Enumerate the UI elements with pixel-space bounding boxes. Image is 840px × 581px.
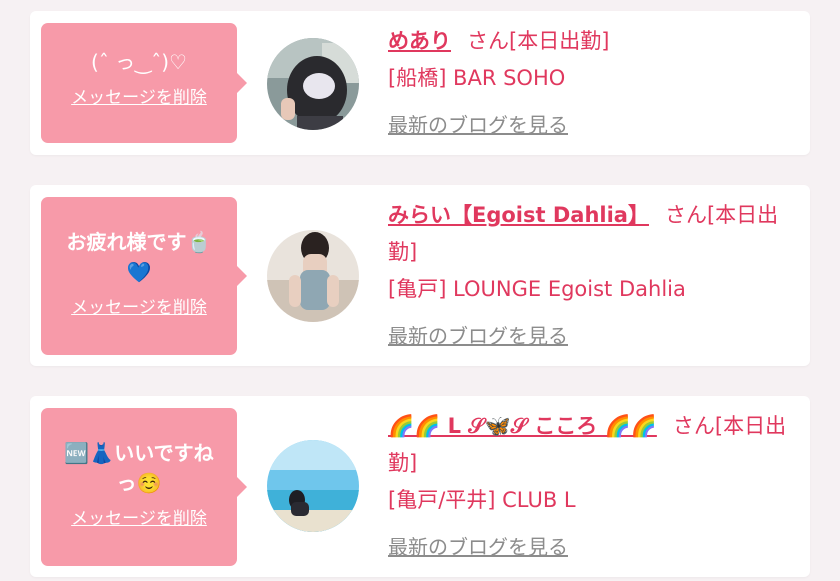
latest-blog-link[interactable]: 最新のブログを見る [388, 318, 568, 355]
message-text: お疲れ様です🍵💙 [66, 230, 212, 284]
message-bubble: (ˆ っ‿ˆ)♡ メッセージを削除 [41, 23, 247, 143]
shop-name: [亀戸] LOUNGE Egoist Dahlia [388, 277, 686, 301]
cast-name-link[interactable]: みらい【Egoist Dahlia】 [388, 203, 649, 227]
delete-message-link[interactable]: メッセージを削除 [71, 504, 207, 529]
card-3: 🆕👗いいですねっ☺️ メッセージを削除 🌈🌈 L 𝒮🦋𝒮 こころ 🌈🌈 さん[本日… [30, 396, 810, 577]
shop-name: [亀戸/平井] CLUB L [388, 488, 576, 512]
message-bubble: お疲れ様です🍵💙 メッセージを削除 [41, 197, 247, 355]
delete-message-link[interactable]: メッセージを削除 [71, 83, 207, 108]
message-text: (ˆ っ‿ˆ)♡ [91, 50, 187, 74]
latest-blog-link[interactable]: 最新のブログを見る [388, 107, 568, 144]
info: みらい【Egoist Dahlia】 さん[本日出勤] [亀戸] LOUNGE E… [388, 197, 798, 355]
latest-blog-link[interactable]: 最新のブログを見る [388, 529, 568, 566]
cast-name-link[interactable]: めあり [388, 29, 451, 53]
cast-name-link[interactable]: 🌈🌈 L 𝒮🦋𝒮 こころ 🌈🌈 [388, 414, 657, 438]
avatar[interactable] [267, 440, 359, 532]
card-2: お疲れ様です🍵💙 メッセージを削除 みらい【Egoist Dahlia】 さん[本… [30, 185, 810, 366]
card-1: (ˆ っ‿ˆ)♡ メッセージを削除 めあり さん[本日出勤] [船橋] BAR S… [30, 11, 810, 155]
delete-message-link[interactable]: メッセージを削除 [71, 293, 207, 318]
message-text: 🆕👗いいですねっ☺️ [64, 441, 214, 495]
work-status: さん[本日出勤] [467, 29, 610, 53]
avatar[interactable] [267, 38, 359, 130]
avatar[interactable] [267, 230, 359, 322]
info: めあり さん[本日出勤] [船橋] BAR SOHO 最新のブログを見る [388, 23, 798, 144]
message-bubble: 🆕👗いいですねっ☺️ メッセージを削除 [41, 408, 247, 566]
shop-name: [船橋] BAR SOHO [388, 66, 566, 90]
info: 🌈🌈 L 𝒮🦋𝒮 こころ 🌈🌈 さん[本日出勤] [亀戸/平井] CLUB L 最… [388, 408, 798, 566]
